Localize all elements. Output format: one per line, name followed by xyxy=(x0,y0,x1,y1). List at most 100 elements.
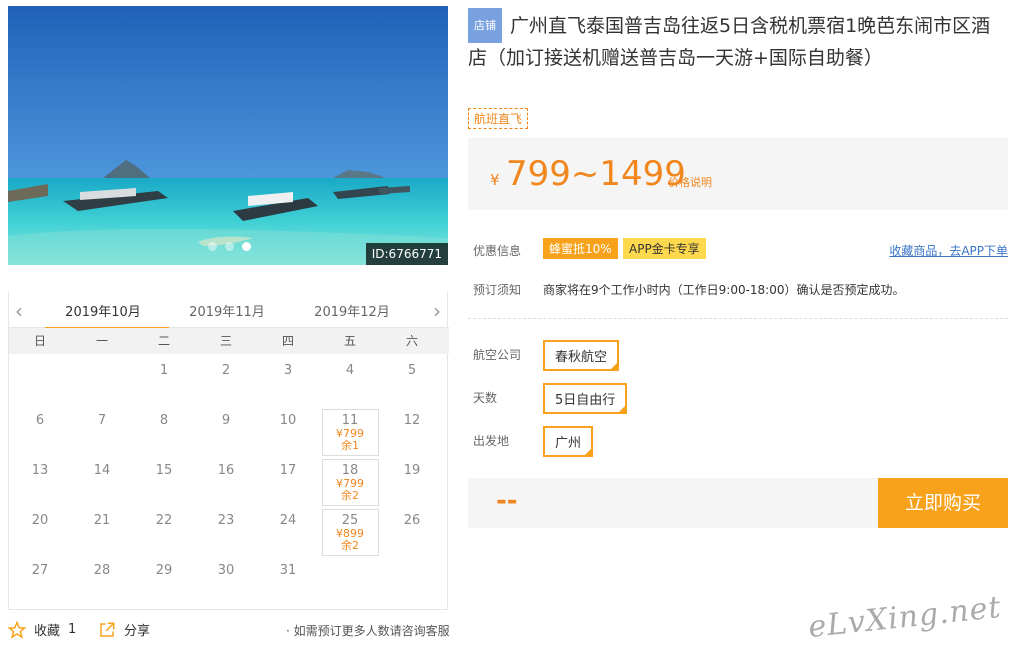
calendar-day: 3 xyxy=(257,358,319,408)
calendar-day-number: 24 xyxy=(279,513,297,528)
calendar-weekday-header: 日 一 二 三 四 五 六 xyxy=(9,328,449,354)
origin-label: 出发地 xyxy=(473,434,510,448)
calendar-day-number: 10 xyxy=(279,413,297,428)
calendar-day-number: 16 xyxy=(217,463,235,478)
tab-month-dec[interactable]: 2019年12月 xyxy=(302,301,402,320)
calendar-day: 7 xyxy=(71,408,133,458)
calendar-day: 16 xyxy=(195,458,257,508)
calendar-day: 23 xyxy=(195,508,257,558)
calendar-week-row: 6 7 8 9 10 11 ¥799 余1 12 xyxy=(9,408,449,458)
total-price: -- xyxy=(496,486,518,516)
beach-boats-image xyxy=(8,6,448,265)
calendar-day: 5 xyxy=(381,358,443,408)
calendar-week-row: 1 2 3 4 5 xyxy=(9,358,449,408)
calendar-day-number: 27 xyxy=(31,563,49,578)
direct-flight-tag: 航班直飞 xyxy=(468,108,529,129)
carousel-dot-active[interactable] xyxy=(242,242,251,251)
calendar-day: 12 xyxy=(381,408,443,458)
watermark-logo: eLvXing.net xyxy=(806,589,1004,646)
calendar-day-available[interactable]: 25 ¥899 余2 xyxy=(319,508,381,558)
calendar-day: 15 xyxy=(133,458,195,508)
calendar-day-number: 13 xyxy=(31,463,49,478)
calendar-day: 22 xyxy=(133,508,195,558)
calendar-day: 20 xyxy=(9,508,71,558)
calendar-day xyxy=(71,358,133,408)
calendar-month-nav: ‹ 2019年10月 2019年11月 2019年12月 › xyxy=(9,292,449,330)
purchase-bar: -- 立即购买 xyxy=(468,478,1008,528)
favorite-label: 收藏 xyxy=(34,624,61,639)
buy-now-button[interactable]: 立即购买 xyxy=(878,478,1008,528)
calendar-day: 6 xyxy=(9,408,71,458)
weekday-label: 四 xyxy=(281,334,294,348)
prev-month-icon[interactable]: ‹ xyxy=(15,299,23,323)
days-option[interactable]: 5日自由行 xyxy=(543,383,628,414)
calendar-day-number: 31 xyxy=(279,563,297,578)
price-explanation-link[interactable]: 价格说明 xyxy=(668,174,712,190)
share-icon xyxy=(100,622,115,637)
weekday-label: 三 xyxy=(219,334,232,348)
photo-id-label: ID:6766771 xyxy=(365,243,448,265)
price-currency: ¥ xyxy=(490,171,500,189)
calendar-day: 27 xyxy=(9,558,71,608)
calendar-day-number: 1 xyxy=(159,363,169,378)
price-calendar: ‹ 2019年10月 2019年11月 2019年12月 › 日 一 二 三 四… xyxy=(8,292,449,610)
calendar-day-number: 26 xyxy=(403,513,421,528)
airline-option[interactable]: 春秋航空 xyxy=(543,340,620,371)
calendar-day-number: 28 xyxy=(93,563,111,578)
calendar-day-number: 12 xyxy=(403,413,421,428)
calendar-day: 17 xyxy=(257,458,319,508)
calendar-day-available[interactable]: 11 ¥799 余1 xyxy=(319,408,381,458)
product-title: 店铺 广州直飞泰国普吉岛往返5日含税机票宿1晚芭东闹市区酒店（加订接送机赠送普吉岛… xyxy=(468,8,1008,74)
calendar-day: 9 xyxy=(195,408,257,458)
calendar-day-number: 25 xyxy=(341,513,359,528)
price-range: 799~1499 xyxy=(506,154,686,194)
shop-tag[interactable]: 店铺 xyxy=(468,8,502,43)
airline-label: 航空公司 xyxy=(473,348,522,362)
discount-info-label: 优惠信息 xyxy=(473,244,522,258)
calendar-day-number: 15 xyxy=(155,463,173,478)
calendar-week-row: 20 21 22 23 24 25 ¥899 余2 26 xyxy=(9,508,449,558)
calendar-day: 21 xyxy=(71,508,133,558)
calendar-day: 26 xyxy=(381,508,443,558)
calendar-day xyxy=(381,558,443,608)
calendar-day-number: 11 xyxy=(341,413,359,428)
share-button[interactable]: 分享 xyxy=(98,620,150,639)
days-label: 天数 xyxy=(473,391,498,405)
calendar-day: 29 xyxy=(133,558,195,608)
calendar-day-number: 21 xyxy=(93,513,111,528)
carousel-dot[interactable] xyxy=(208,242,217,251)
calendar-day: 28 xyxy=(71,558,133,608)
calendar-day-number: 7 xyxy=(97,413,107,428)
calendar-day-number: 3 xyxy=(283,363,293,378)
weekday-label: 二 xyxy=(157,334,170,348)
calendar-day-number: 2 xyxy=(221,363,231,378)
calendar-day-number: 29 xyxy=(155,563,173,578)
calendar-day-remaining: 余2 xyxy=(341,539,359,552)
calendar-day-available[interactable]: 18 ¥799 余2 xyxy=(319,458,381,508)
calendar-day xyxy=(9,358,71,408)
tab-month-oct[interactable]: 2019年10月 xyxy=(45,301,169,330)
weekday-label: 六 xyxy=(405,334,418,348)
product-photo[interactable]: ID:6766771 xyxy=(8,6,448,265)
carousel-dots xyxy=(208,242,251,251)
calendar-day-number: 22 xyxy=(155,513,173,528)
favorite-go-app-link[interactable]: 收藏商品，去APP下单 xyxy=(889,242,1008,259)
next-month-icon[interactable]: › xyxy=(433,299,441,323)
calendar-day-remaining: 余2 xyxy=(341,489,359,502)
calendar-day-number: 5 xyxy=(407,363,417,378)
calendar-day: 14 xyxy=(71,458,133,508)
calendar-day-number: 23 xyxy=(217,513,235,528)
tab-month-nov[interactable]: 2019年11月 xyxy=(177,301,277,320)
star-icon xyxy=(8,620,26,639)
calendar-day: 31 xyxy=(257,558,319,608)
price-box: ¥ 799~1499 价格说明 xyxy=(468,138,1008,210)
divider xyxy=(468,318,1008,319)
carousel-dot[interactable] xyxy=(225,242,234,251)
origin-option[interactable]: 广州 xyxy=(543,426,594,457)
product-title-text: 广州直飞泰国普吉岛往返5日含税机票宿1晚芭东闹市区酒店（加订接送机赠送普吉岛一天… xyxy=(468,15,991,69)
favorite-button[interactable]: 收藏 1 xyxy=(8,620,76,639)
calendar-day: 4 xyxy=(319,358,381,408)
weekday-label: 五 xyxy=(343,334,356,348)
consult-note: · 如需预订更多人数请咨询客服 xyxy=(286,624,450,638)
calendar-day-number: 20 xyxy=(31,513,49,528)
